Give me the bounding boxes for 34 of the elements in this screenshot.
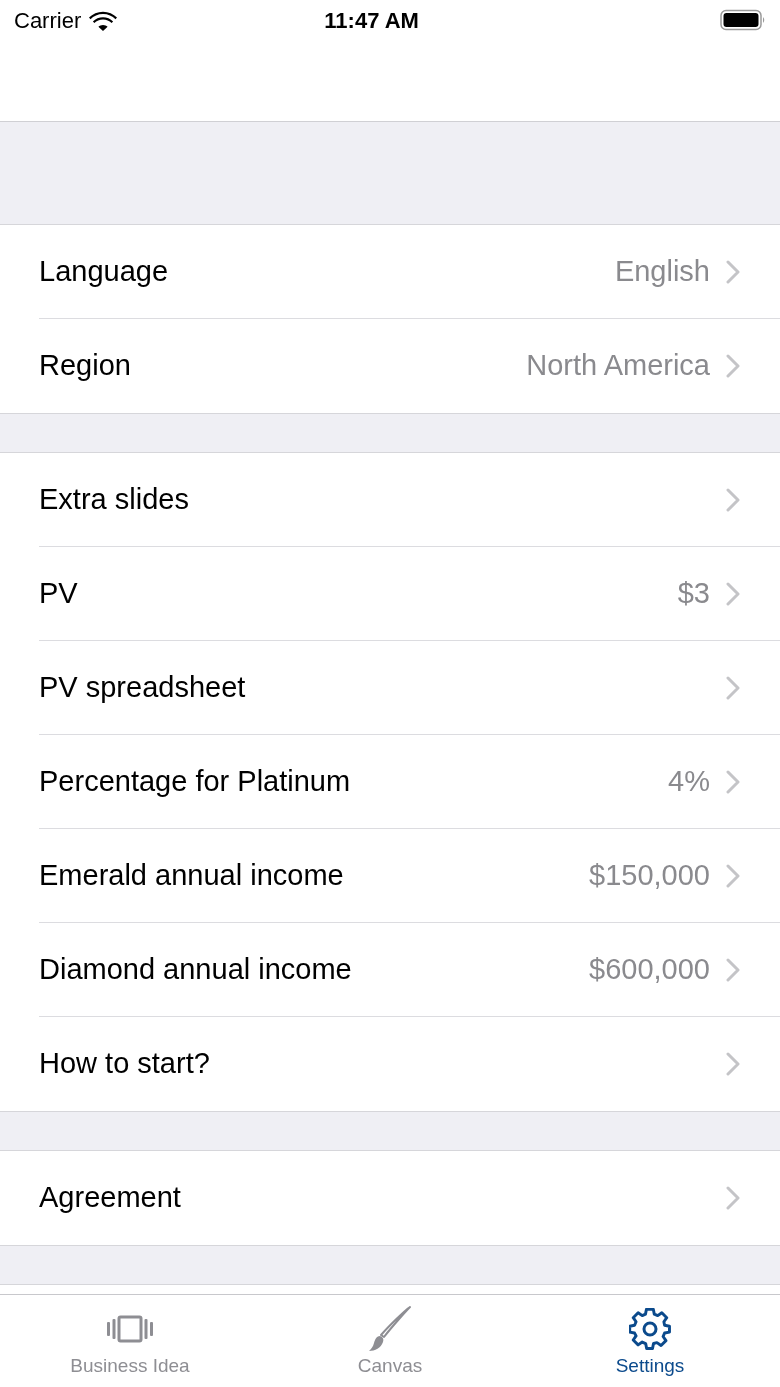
row-value: English <box>614 253 710 289</box>
chevron-right-icon <box>726 259 740 284</box>
row-label: Extra slides <box>39 481 189 517</box>
chevron-right-icon <box>726 675 740 700</box>
row-value: $3 <box>677 575 710 611</box>
row-label: Region <box>39 348 131 384</box>
battery-icon <box>720 9 766 31</box>
row-label: Agreement <box>39 1180 181 1216</box>
tab-bar-item[interactable]: Settings <box>520 1295 780 1387</box>
chevron-right-icon <box>726 957 740 982</box>
chevron-right-icon <box>726 581 740 606</box>
wifi-icon <box>89 9 118 31</box>
paintbrush-icon <box>366 1305 414 1353</box>
row-label: Diamond annual income <box>39 951 352 987</box>
chevron-right-icon <box>726 487 740 512</box>
row-value: North America <box>526 348 710 384</box>
chevron-right-icon <box>726 1186 740 1210</box>
row-label: Language <box>39 253 169 289</box>
row-label: PV <box>39 575 78 611</box>
row-value: $150,000 <box>589 857 710 893</box>
carrier-text: Carrier <box>14 6 82 35</box>
row-value: 4% <box>668 763 710 799</box>
chevron-right-icon <box>726 1052 740 1076</box>
status-time: 11:47 AM <box>324 6 419 35</box>
row-value: $600,000 <box>589 951 710 987</box>
settings-icon <box>629 1308 671 1350</box>
row-label: Emerald annual income <box>39 857 344 893</box>
row-label: Percentage for Platinum <box>39 763 351 799</box>
chevron-right-icon <box>726 354 740 378</box>
slides-icon <box>106 1315 154 1343</box>
chevron-right-icon <box>726 863 740 888</box>
row-label: How to start? <box>39 1046 210 1082</box>
chevron-right-icon <box>726 769 740 794</box>
row-label: PV spreadsheet <box>39 669 246 705</box>
